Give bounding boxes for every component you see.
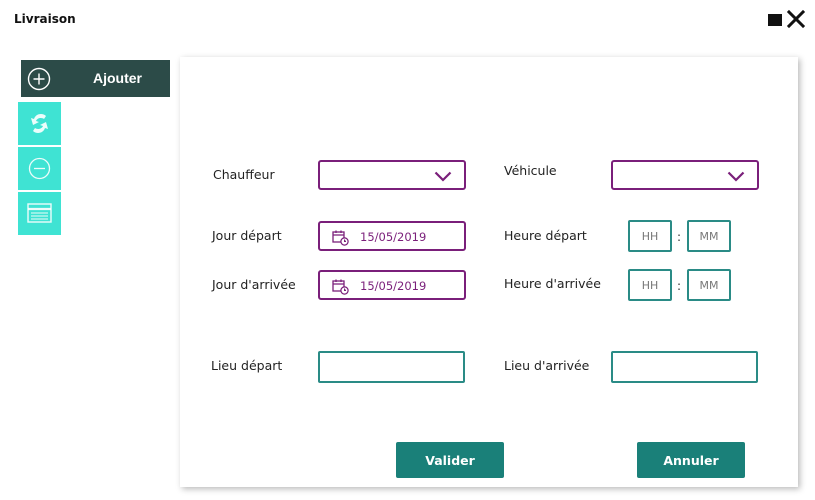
- minute-placeholder: MM: [699, 279, 719, 292]
- refresh-button[interactable]: [18, 102, 61, 145]
- vehicle-select[interactable]: [611, 160, 759, 190]
- chevron-down-icon: [434, 171, 452, 182]
- close-icon: [786, 9, 806, 29]
- arrival-day-label: Jour d'arrivée: [212, 277, 296, 292]
- calendar-icon: [332, 230, 349, 246]
- departure-day-label: Jour départ: [212, 228, 282, 243]
- departure-place-label: Lieu départ: [211, 358, 283, 373]
- driver-select[interactable]: [318, 160, 466, 190]
- minute-placeholder: MM: [699, 230, 719, 243]
- chevron-down-icon: [727, 171, 745, 182]
- plus-circle-icon: [27, 67, 51, 91]
- departure-minute-input[interactable]: MM: [687, 220, 731, 252]
- time-separator: :: [677, 230, 682, 244]
- arrival-day-picker[interactable]: 15/05/2019: [318, 270, 466, 300]
- arrival-minute-input[interactable]: MM: [687, 269, 731, 301]
- departure-place-input[interactable]: [318, 351, 465, 383]
- time-separator: :: [677, 279, 682, 293]
- list-button[interactable]: [18, 192, 61, 235]
- departure-day-value: 15/05/2019: [360, 230, 427, 244]
- arrival-place-label: Lieu d'arrivée: [504, 358, 590, 373]
- list-icon: [27, 203, 52, 223]
- remove-button[interactable]: [18, 147, 61, 190]
- hour-placeholder: HH: [641, 230, 659, 243]
- arrival-time-label: Heure d'arrivée: [504, 276, 601, 291]
- arrival-place-input[interactable]: [611, 351, 758, 383]
- cancel-button[interactable]: Annuler: [637, 442, 745, 478]
- departure-day-picker[interactable]: 15/05/2019: [318, 221, 466, 251]
- add-button[interactable]: Ajouter: [21, 60, 170, 97]
- add-button-label: Ajouter: [93, 70, 142, 86]
- departure-time-label: Heure départ: [504, 228, 587, 243]
- minus-circle-icon: [28, 157, 51, 180]
- refresh-icon: [31, 114, 48, 133]
- arrival-hour-input[interactable]: HH: [628, 269, 672, 301]
- vehicle-label: Véhicule: [504, 163, 557, 178]
- window-title: Livraison: [14, 12, 76, 26]
- calendar-icon: [332, 279, 349, 295]
- driver-label: Chauffeur: [213, 167, 275, 182]
- arrival-day-value: 15/05/2019: [360, 279, 427, 293]
- close-button[interactable]: [786, 9, 806, 29]
- departure-hour-input[interactable]: HH: [628, 220, 672, 252]
- minimize-button[interactable]: [768, 14, 782, 26]
- hour-placeholder: HH: [641, 279, 659, 292]
- validate-button[interactable]: Valider: [396, 442, 504, 478]
